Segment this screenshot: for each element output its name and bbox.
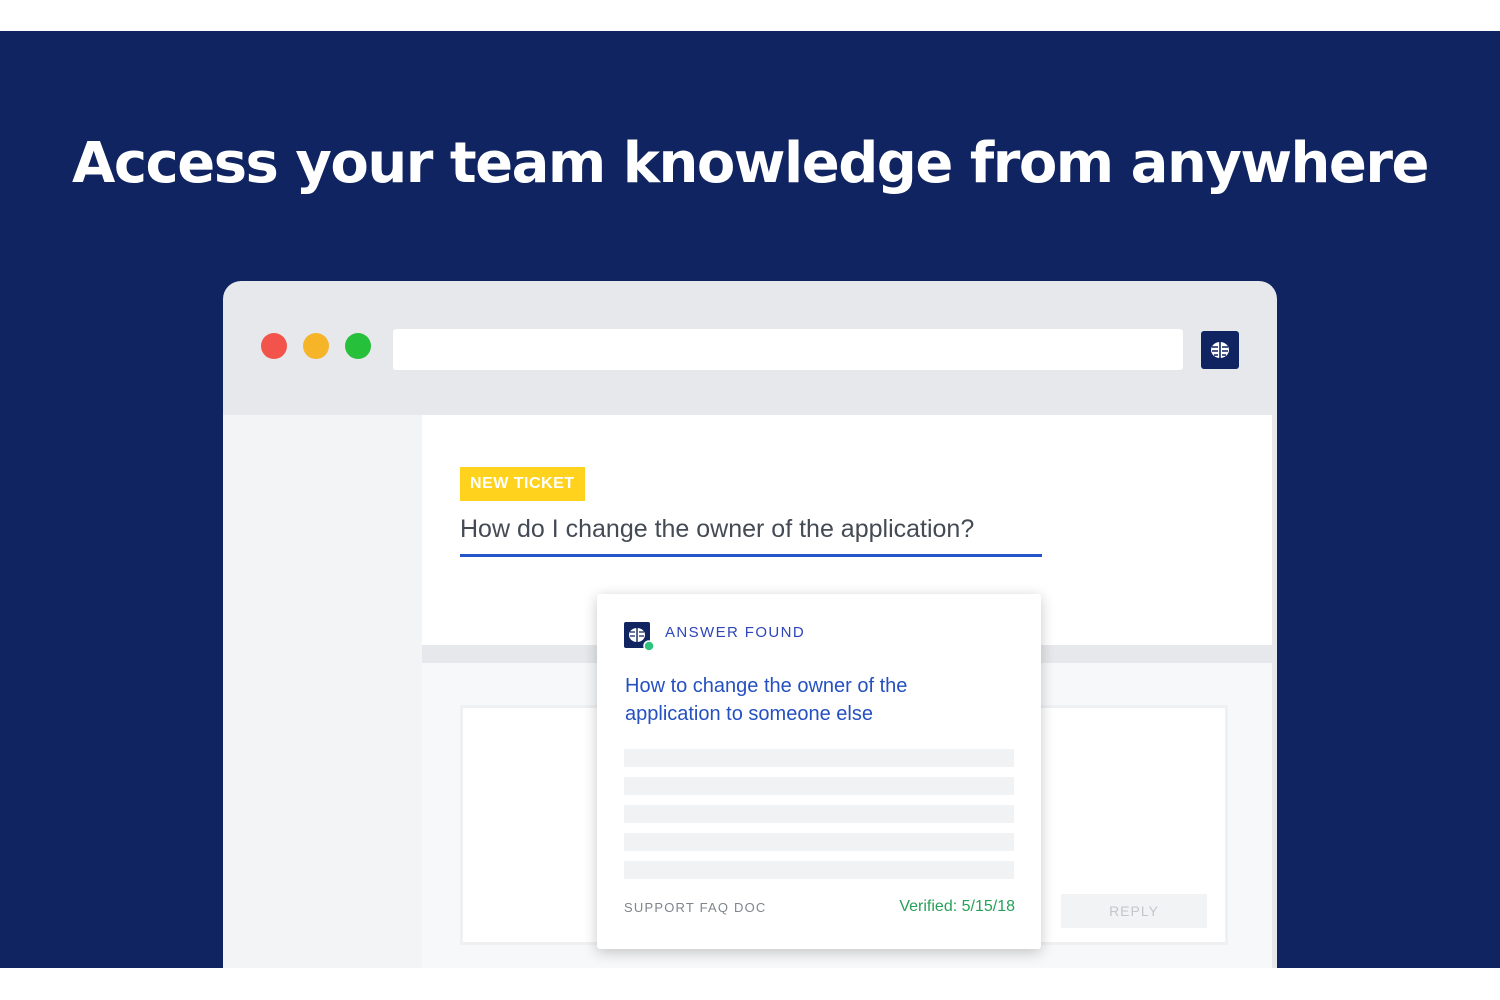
hero-banner: Access your team knowledge from anywhere… [0, 31, 1500, 968]
hero-headline: Access your team knowledge from anywhere [72, 131, 1430, 196]
new-ticket-badge: NEW TICKET [460, 467, 585, 501]
answer-card[interactable]: ANSWER FOUND How to change the owner of … [597, 594, 1041, 949]
placeholder-line [624, 861, 1014, 879]
reply-button[interactable]: REPLY [1061, 894, 1207, 928]
maximize-window-dot[interactable] [345, 333, 371, 359]
extension-button[interactable] [1201, 331, 1239, 369]
verified-date: Verified: 5/15/18 [899, 898, 1015, 915]
close-window-dot[interactable] [261, 333, 287, 359]
sidebar-panel [223, 415, 422, 968]
answer-found-label: ANSWER FOUND [665, 624, 806, 641]
placeholder-line [624, 777, 1014, 795]
answer-title-link[interactable]: How to change the owner of the applicati… [625, 672, 1005, 728]
ticket-question-field[interactable]: How do I change the owner of the applica… [460, 507, 1042, 557]
answer-source-label: SUPPORT FAQ DOC [624, 900, 767, 915]
card-logo-icon [624, 622, 655, 652]
browser-window: NEW TICKET How do I change the owner of … [223, 281, 1277, 968]
placeholder-line [624, 749, 1014, 767]
address-bar[interactable] [393, 329, 1183, 370]
minimize-window-dot[interactable] [303, 333, 329, 359]
placeholder-line [624, 805, 1014, 823]
placeholder-line [624, 833, 1014, 851]
brain-icon [1211, 342, 1229, 358]
